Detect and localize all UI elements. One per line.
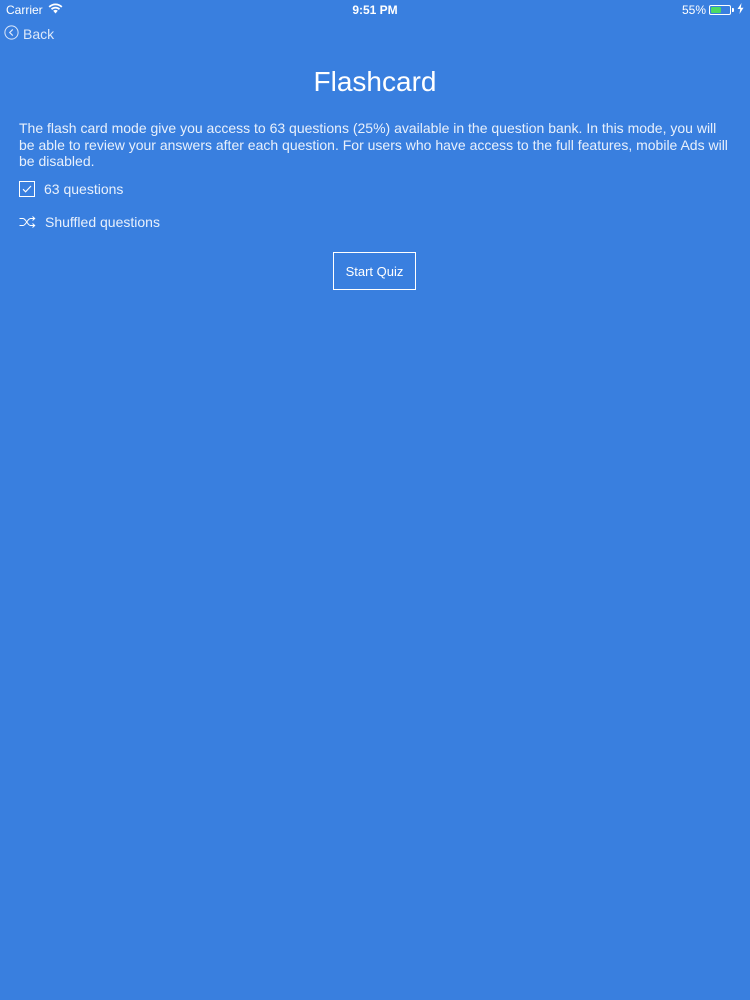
start-quiz-button[interactable]: Start Quiz [333,252,416,290]
back-button[interactable]: Back [4,25,54,43]
status-bar: Carrier 9:51 PM 55% [0,0,750,20]
back-label: Back [23,26,55,42]
option-shuffled: Shuffled questions [19,214,160,230]
shuffle-icon [19,214,36,230]
mode-description: The flash card mode give you access to 6… [19,120,728,169]
battery-icon [709,5,731,15]
option-label: 63 questions [44,181,124,197]
battery-tip [732,8,734,12]
status-right: 55% [682,3,744,17]
charging-bolt-icon [737,3,744,17]
chevron-left-circle-icon [4,25,19,43]
battery-percent: 55% [681,3,706,17]
option-question-count: 63 questions [19,181,123,197]
checkbox-checked-icon [19,181,35,197]
option-label: Shuffled questions [45,214,160,230]
status-time: 9:51 PM [352,3,398,17]
battery-level-fill [711,7,721,13]
page-title: Flashcard [313,66,437,97]
